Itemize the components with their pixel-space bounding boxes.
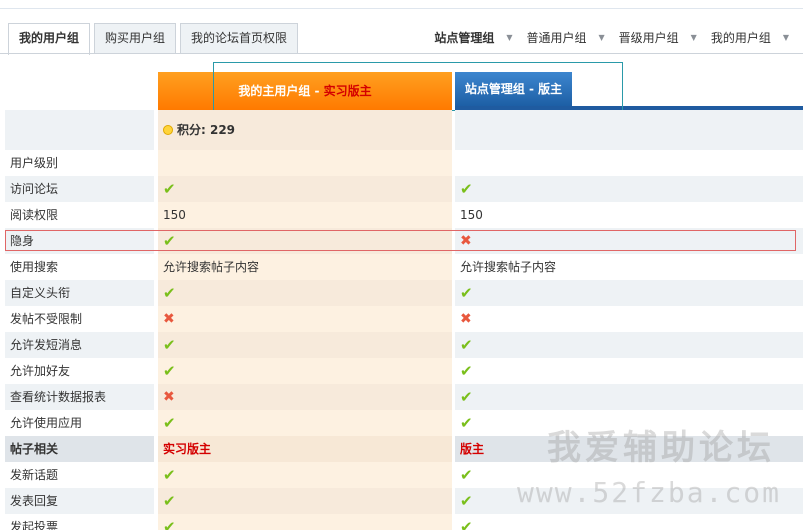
- row-label: 发表回复: [5, 488, 154, 514]
- cell-value: 150: [460, 208, 483, 222]
- row-label: 发起投票: [10, 520, 59, 530]
- cross-icon: ✖: [460, 233, 472, 249]
- cross-icon: ✖: [163, 389, 175, 405]
- secondary-group-value: ✔: [455, 358, 803, 384]
- secondary-group-value: ✔: [455, 176, 803, 202]
- secondary-group-value: ✔: [455, 332, 803, 358]
- triangle-down-icon[interactable]: ▼: [506, 33, 512, 42]
- triangle-down-icon[interactable]: ▼: [599, 33, 605, 42]
- check-icon: ✔: [460, 518, 473, 530]
- main-group-rank-label: 实习版主: [163, 442, 212, 456]
- check-icon: ✔: [460, 362, 473, 380]
- row-label: 发新话题: [10, 468, 59, 482]
- cell-value: 允许搜索帖子内容: [163, 260, 260, 274]
- table-row-credits: 积分: 229: [0, 110, 803, 150]
- check-icon: ✔: [163, 518, 176, 530]
- main-group-value: ✔: [158, 358, 452, 384]
- main-group-value: ✔: [158, 514, 452, 530]
- table-row: 自定义头衔 ✔ ✔: [0, 280, 803, 306]
- check-icon: ✔: [163, 414, 176, 432]
- row-label: 允许使用应用: [10, 416, 83, 430]
- table-row: 用户级别: [0, 150, 803, 176]
- main-group-value: ✔: [158, 228, 452, 254]
- check-icon: ✔: [460, 466, 473, 484]
- row-label: 查看统计数据报表: [5, 384, 154, 410]
- main-group-value: ✔: [158, 410, 452, 436]
- lightbulb-icon: [163, 125, 173, 135]
- secondary-group-rank-label: 版主: [460, 442, 485, 456]
- main-group-value: 150: [158, 202, 452, 228]
- main-group-value: ✖: [158, 306, 452, 332]
- row-label: 自定义头衔: [5, 280, 154, 306]
- secondary-group-value: 允许搜索帖子内容: [455, 254, 803, 280]
- check-icon: ✔: [460, 180, 473, 198]
- cell-value: 允许搜索帖子内容: [460, 260, 557, 274]
- main-group-value: ✔: [158, 462, 452, 488]
- secondary-group-value: ✔: [455, 514, 803, 530]
- nav-my-groups[interactable]: 我的用户组 ▼: [711, 29, 803, 46]
- table-row: 查看统计数据报表 ✖ ✔: [0, 384, 803, 410]
- check-icon: ✔: [163, 362, 176, 380]
- highlight-frame-header: [213, 62, 623, 111]
- main-group-value: ✔: [158, 332, 452, 358]
- check-icon: ✔: [163, 284, 176, 302]
- watermark-title: 我爱辅助论坛: [547, 428, 775, 468]
- row-label: 允许发短消息: [5, 332, 154, 358]
- top-divider: [0, 8, 803, 9]
- group-type-nav: 站点管理组 ▼ 普通用户组 ▼ 晋级用户组 ▼ 我的用户组 ▼: [434, 26, 803, 48]
- tab-bar-divider: [0, 53, 803, 54]
- row-label: 使用搜索: [10, 260, 59, 274]
- main-group-value: 允许搜索帖子内容: [158, 254, 452, 280]
- check-icon: ✔: [163, 492, 176, 510]
- table-row: 阅读权限 150 150: [0, 202, 803, 228]
- nav-normal-groups[interactable]: 普通用户组 ▼: [526, 29, 618, 46]
- secondary-group-value: ✔: [455, 280, 803, 306]
- main-group-value: ✔: [158, 176, 452, 202]
- secondary-group-value: [455, 150, 803, 176]
- row-label: 访问论坛: [5, 176, 154, 202]
- secondary-group-value: 150: [455, 202, 803, 228]
- check-icon: ✔: [163, 466, 176, 484]
- main-group-value: ✖: [158, 384, 452, 410]
- main-group-value: [158, 150, 452, 176]
- cell-value: 150: [163, 208, 186, 222]
- watermark-url: www.52fzba.com: [516, 476, 781, 509]
- row-label: 允许加好友: [10, 364, 71, 378]
- check-icon: ✔: [460, 414, 473, 432]
- table-row: 隐身 ✔ ✖: [0, 228, 803, 254]
- check-icon: ✔: [163, 336, 176, 354]
- nav-promotion-groups[interactable]: 晋级用户组 ▼: [619, 29, 711, 46]
- table-row: 发帖不受限制 ✖ ✖: [0, 306, 803, 332]
- section-label: 帖子相关: [5, 436, 154, 462]
- main-group-value: ✔: [158, 280, 452, 306]
- check-icon: ✔: [163, 232, 176, 250]
- table-row: 使用搜索 允许搜索帖子内容 允许搜索帖子内容: [0, 254, 803, 280]
- cross-icon: ✖: [163, 311, 175, 327]
- main-group-value: ✔: [158, 488, 452, 514]
- secondary-group-value: ✔: [455, 384, 803, 410]
- row-label: 发帖不受限制: [10, 312, 83, 326]
- row-label: 用户级别: [10, 156, 59, 170]
- table-row: 访问论坛 ✔ ✔: [0, 176, 803, 202]
- table-row: 允许发短消息 ✔ ✔: [0, 332, 803, 358]
- row-label: 阅读权限: [10, 208, 59, 222]
- check-icon: ✔: [460, 284, 473, 302]
- row-label: 隐身: [5, 228, 154, 254]
- triangle-down-icon[interactable]: ▼: [783, 33, 789, 42]
- check-icon: ✔: [460, 336, 473, 354]
- tab-buy-groups[interactable]: 购买用户组: [94, 23, 177, 54]
- table-row: 允许加好友 ✔ ✔: [0, 358, 803, 384]
- table-row: 发起投票 ✔ ✔: [0, 514, 803, 530]
- tab-forum-permissions[interactable]: 我的论坛首页权限: [180, 23, 299, 54]
- tab-my-groups[interactable]: 我的用户组: [8, 23, 91, 55]
- tab-bar: 我的用户组 购买用户组 我的论坛首页权限: [8, 23, 302, 55]
- secondary-group-value: ✖: [455, 228, 803, 254]
- cross-icon: ✖: [460, 311, 472, 327]
- nav-admin-groups[interactable]: 站点管理组 ▼: [434, 29, 526, 46]
- triangle-down-icon[interactable]: ▼: [691, 33, 697, 42]
- check-icon: ✔: [460, 492, 473, 510]
- secondary-group-value: ✖: [455, 306, 803, 332]
- check-icon: ✔: [460, 388, 473, 406]
- check-icon: ✔: [163, 180, 176, 198]
